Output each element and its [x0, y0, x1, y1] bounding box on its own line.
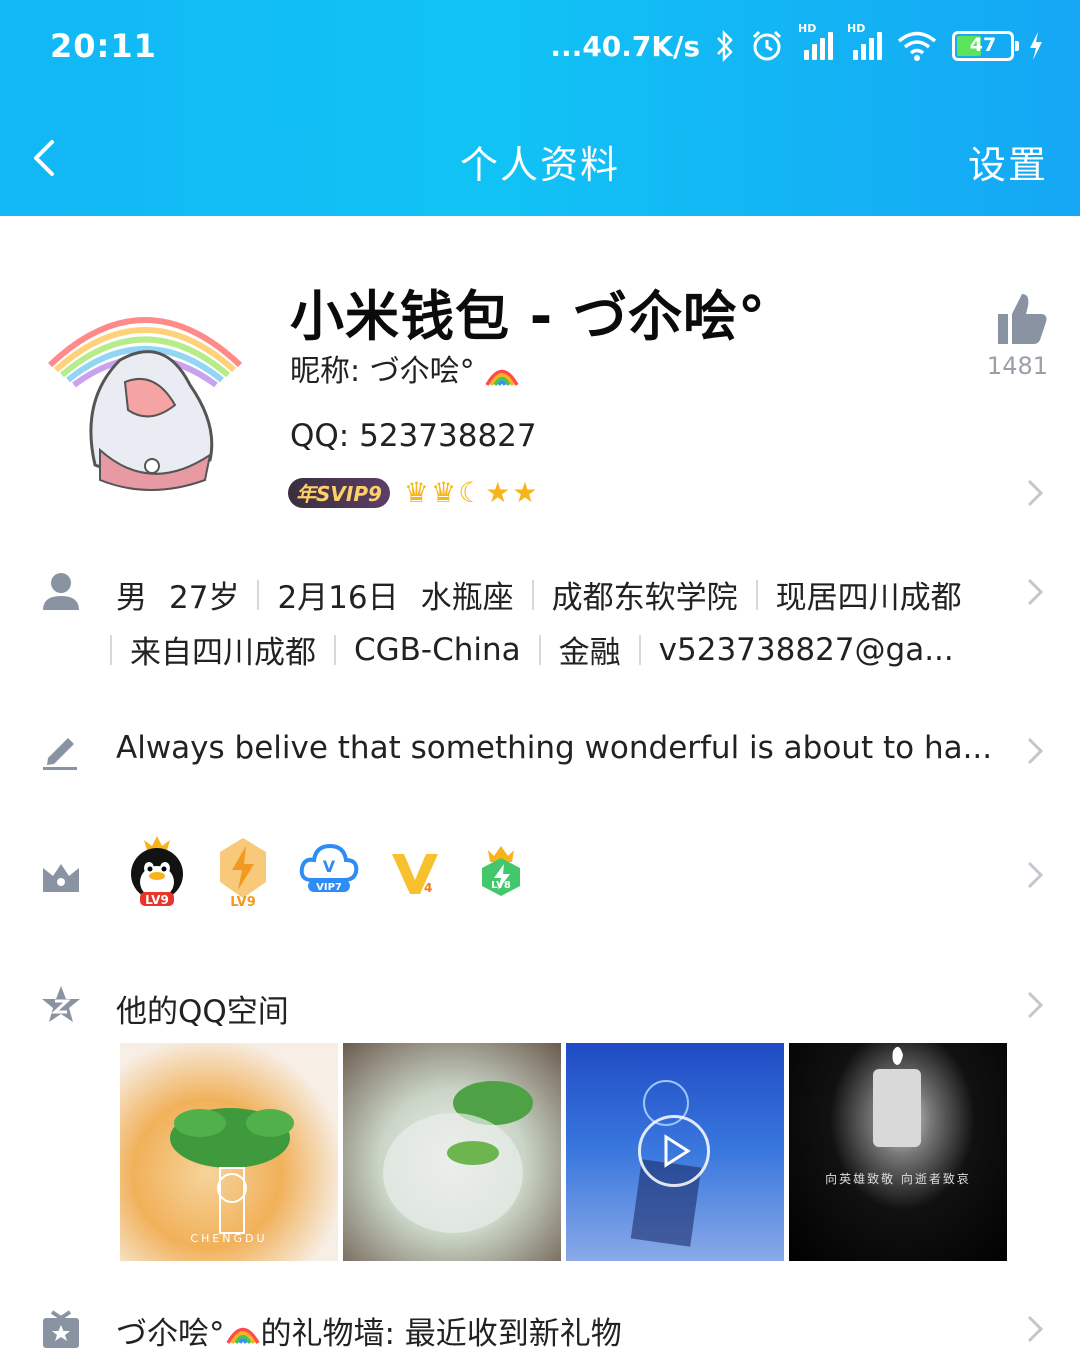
birthday: 2月16日: [277, 580, 399, 616]
header-bar: 20:11 ...40.7K/s HD HD 47 个人资料 设置: [0, 0, 1080, 216]
status-time: 20:11: [50, 27, 157, 65]
v-level-label: 4: [424, 881, 432, 895]
qq-penguin-level-icon: LV9: [131, 836, 183, 907]
qzone-star-icon: [42, 986, 80, 1022]
qzone-title[interactable]: 他的QQ空间: [116, 986, 289, 1031]
level-badges[interactable]: LV9 LV9 V VIP7 4 LV8: [126, 834, 532, 908]
nickname-text: 昵称: づ尒哙°: [290, 354, 475, 389]
crown-icon: ♛: [403, 476, 430, 509]
nickname: 昵称: づ尒哙°: [290, 346, 520, 390]
zodiac: 水瓶座: [420, 580, 514, 616]
status-bar: 20:11 ...40.7K/s HD HD 47: [50, 22, 1044, 70]
charging-icon: [1030, 32, 1042, 60]
avatar[interactable]: [40, 290, 250, 500]
green-level-icon: LV8: [482, 846, 520, 896]
gender: 男: [116, 580, 147, 616]
crown-icon-2: ♛: [431, 476, 457, 509]
photo-caption: CHENGDU: [190, 1232, 268, 1245]
chevron-right-icon[interactable]: [1025, 576, 1045, 608]
qzone-photo[interactable]: CHENGDU: [120, 1043, 338, 1261]
info-line-1[interactable]: 男 27岁 2月16日 水瓶座 成都东软学院 现居四川成都: [116, 572, 962, 617]
wifi-icon: [897, 31, 937, 61]
hd-label-2: HD: [847, 22, 866, 35]
age: 27岁: [169, 580, 240, 616]
drink-image: [383, 1081, 533, 1233]
thumbs-up-icon[interactable]: [990, 290, 1050, 346]
crown-icon: [43, 864, 79, 892]
battery-icon: 47: [952, 31, 1019, 61]
hd-label: HD: [798, 22, 817, 35]
settings-button[interactable]: 设置: [968, 134, 1048, 189]
bluetooth-icon: [717, 29, 733, 63]
chevron-right-icon[interactable]: [1025, 735, 1045, 767]
qzone-photo[interactable]: 向英雄致敬 向逝者致哀: [789, 1043, 1007, 1261]
status-icons: ...40.7K/s HD HD 47: [550, 22, 1044, 63]
profile-name: 小米钱包 - づ尒哙°: [290, 285, 767, 348]
qzone-video[interactable]: [566, 1043, 784, 1261]
like-count: 1481: [986, 352, 1048, 380]
current-location: 现居四川成都: [775, 580, 962, 616]
email: v523738827@ga...: [658, 631, 954, 668]
lightning-level-icon: LV9: [220, 838, 266, 908]
alarm-icon: [752, 30, 782, 61]
chevron-right-icon[interactable]: [1025, 989, 1045, 1021]
nav-bar: 个人资料 设置: [0, 110, 1080, 206]
battery-level: 47: [969, 34, 997, 56]
hometown: 来自四川成都: [130, 635, 316, 671]
vip-badges[interactable]: 年SVIP9 ♛ ♛ ☾ ★ ★: [288, 476, 537, 509]
info-line-2[interactable]: 来自四川成都 CGB-China 金融 v523738827@ga...: [110, 627, 954, 672]
qq-number: QQ: 523738827: [290, 418, 537, 454]
signal-icon-2: HD: [847, 22, 882, 60]
vip-cloud-icon: V VIP7: [299, 843, 359, 893]
chevron-right-icon[interactable]: [1025, 859, 1045, 891]
qq-level-icons: ♛ ♛ ☾ ★ ★: [404, 476, 538, 509]
school: 成都东软学院: [551, 580, 738, 616]
company: CGB-China: [354, 631, 521, 668]
star-icon-2: ★: [512, 476, 538, 509]
qzone-photos: CHENGDU 向英雄致敬 向逝者致哀: [120, 1043, 1007, 1261]
edit-pencil-icon: [43, 738, 77, 770]
svg-text:V: V: [323, 857, 336, 876]
occupation: 金融: [558, 635, 621, 671]
qzone-photo[interactable]: [343, 1043, 561, 1261]
rainbow-icon: [225, 1327, 260, 1344]
level-label: LV9: [145, 893, 169, 907]
net-speed: ...40.7K/s: [550, 29, 700, 63]
green-level-label: LV8: [491, 880, 511, 891]
chevron-right-icon[interactable]: [1025, 1313, 1045, 1345]
person-icon: [43, 573, 79, 610]
page-title: 个人资料: [459, 143, 620, 187]
star-icon: ★: [485, 476, 511, 509]
signal-icon: HD: [798, 22, 833, 60]
drink-image: [170, 1108, 294, 1234]
gift-owner: づ尒哙°: [116, 1316, 225, 1352]
rainbow-icon: [485, 369, 519, 386]
level-label-2: LV9: [230, 895, 256, 908]
moon-icon: ☾: [458, 476, 484, 509]
photo-caption: 向英雄致敬 向逝者致哀: [825, 1172, 971, 1186]
gift-wall[interactable]: づ尒哙° 的礼物墙: 最近收到新礼物: [116, 1308, 622, 1353]
signature-text[interactable]: Always belive that something wonderful i…: [116, 730, 1006, 766]
gift-wall-text: 的礼物墙: 最近收到新礼物: [260, 1316, 622, 1352]
gift-icon: [43, 1310, 79, 1348]
candle-image: [873, 1046, 921, 1147]
vip-label: VIP7: [316, 882, 342, 893]
svip-badge: 年SVIP9: [288, 477, 390, 508]
play-icon[interactable]: [638, 1115, 710, 1187]
chevron-right-icon[interactable]: [1025, 477, 1045, 509]
v-level-icon: 4: [392, 854, 438, 895]
